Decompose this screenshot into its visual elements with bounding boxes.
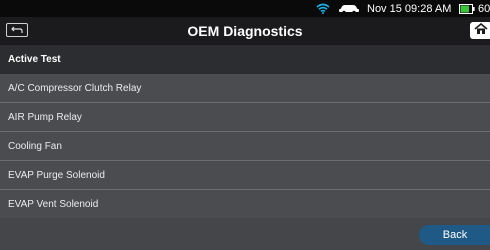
section-title: Active Test — [8, 54, 61, 65]
list-item-label: Cooling Fan — [8, 140, 62, 152]
list-item[interactable]: EVAP Vent Solenoid — [0, 190, 490, 219]
status-datetime: Nov 15 09:28 AM — [367, 2, 452, 15]
wifi-icon — [316, 0, 330, 17]
section-header: Active Test — [0, 45, 490, 74]
back-button[interactable]: Back — [419, 225, 490, 245]
home-button[interactable] — [470, 22, 490, 39]
back-arrow-icon — [11, 21, 23, 39]
page-title: OEM Diagnostics — [187, 23, 303, 39]
footer-bar: Back — [0, 218, 490, 250]
list-item-label: AIR Pump Relay — [8, 111, 82, 123]
status-bar: Nov 15 09:28 AM 60 — [0, 0, 490, 17]
battery-percent: 60 — [478, 2, 490, 15]
title-bar: OEM Diagnostics — [0, 17, 490, 45]
car-icon — [338, 0, 362, 17]
list-item-label: EVAP Vent Solenoid — [8, 198, 99, 210]
back-icon-button[interactable] — [6, 23, 28, 37]
active-test-list: A/C Compressor Clutch Relay AIR Pump Rel… — [0, 74, 490, 219]
list-item[interactable]: EVAP Purge Solenoid — [0, 161, 490, 190]
list-item[interactable]: Cooling Fan — [0, 132, 490, 161]
list-item-label: A/C Compressor Clutch Relay — [8, 82, 142, 94]
list-item[interactable]: AIR Pump Relay — [0, 103, 490, 132]
list-item[interactable]: A/C Compressor Clutch Relay — [0, 74, 490, 103]
home-icon — [474, 22, 488, 40]
battery-icon — [459, 0, 475, 17]
list-item-label: EVAP Purge Solenoid — [8, 169, 105, 181]
